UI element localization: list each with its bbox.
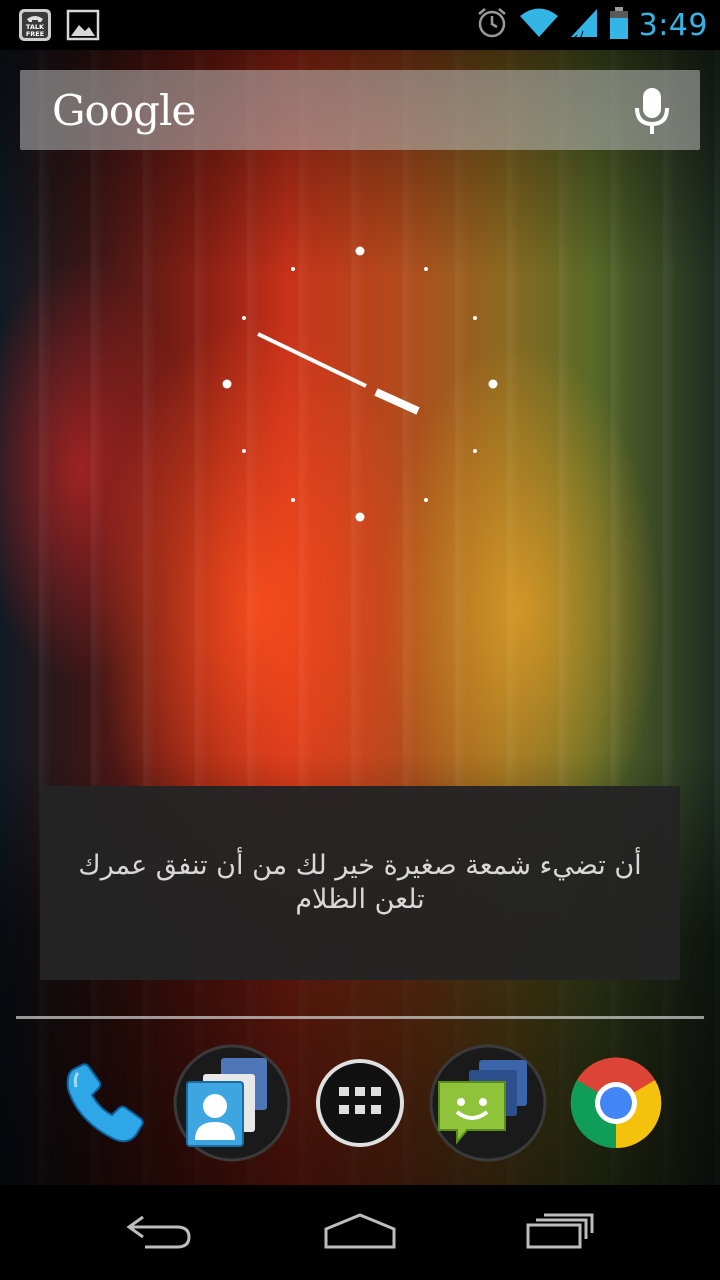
dock-item-contacts[interactable] (172, 1040, 292, 1170)
wifi-icon (519, 7, 559, 43)
alarm-icon (475, 6, 509, 44)
quote-widget[interactable]: أن تضيء شمعة صغيرة خير لك من أن تنفق عمر… (40, 786, 680, 980)
dock-item-messaging[interactable] (428, 1040, 548, 1170)
dock-item-phone[interactable] (44, 1040, 164, 1170)
wallpaper (0, 50, 720, 1185)
google-logo: Google (52, 86, 196, 135)
recent-apps-icon (524, 1211, 596, 1255)
navigation-bar (0, 1185, 720, 1280)
recent-apps-button[interactable] (510, 1201, 610, 1265)
talkfree-badge-line2: FREE (26, 30, 44, 38)
back-button[interactable] (110, 1201, 210, 1265)
signal-icon (569, 7, 599, 43)
contacts-icon (173, 1044, 291, 1166)
minute-hand (257, 332, 367, 388)
gallery-image-icon (66, 8, 100, 42)
phone-icon (56, 1055, 152, 1155)
clock-face (222, 246, 498, 522)
home-icon (322, 1211, 398, 1255)
status-bar: TALK FREE 3:49 (0, 0, 720, 50)
back-icon (125, 1211, 195, 1255)
dock-divider (16, 1016, 704, 1019)
google-search-bar[interactable]: Google (20, 70, 700, 150)
hour-hand (374, 388, 420, 415)
dock-item-all-apps[interactable] (300, 1040, 420, 1170)
mic-icon[interactable] (634, 86, 670, 136)
status-time: 3:49 (638, 7, 708, 43)
messaging-icon (429, 1044, 547, 1166)
analog-clock-widget[interactable] (200, 230, 520, 550)
chrome-icon (568, 1055, 664, 1155)
dock (0, 1040, 720, 1170)
dock-item-chrome[interactable] (556, 1040, 676, 1170)
app-drawer-icon (314, 1057, 406, 1153)
home-button[interactable] (310, 1201, 410, 1265)
talkfree-icon: TALK FREE (18, 8, 52, 42)
battery-icon (609, 6, 629, 44)
quote-text: أن تضيء شمعة صغيرة خير لك من أن تنفق عمر… (78, 850, 642, 915)
